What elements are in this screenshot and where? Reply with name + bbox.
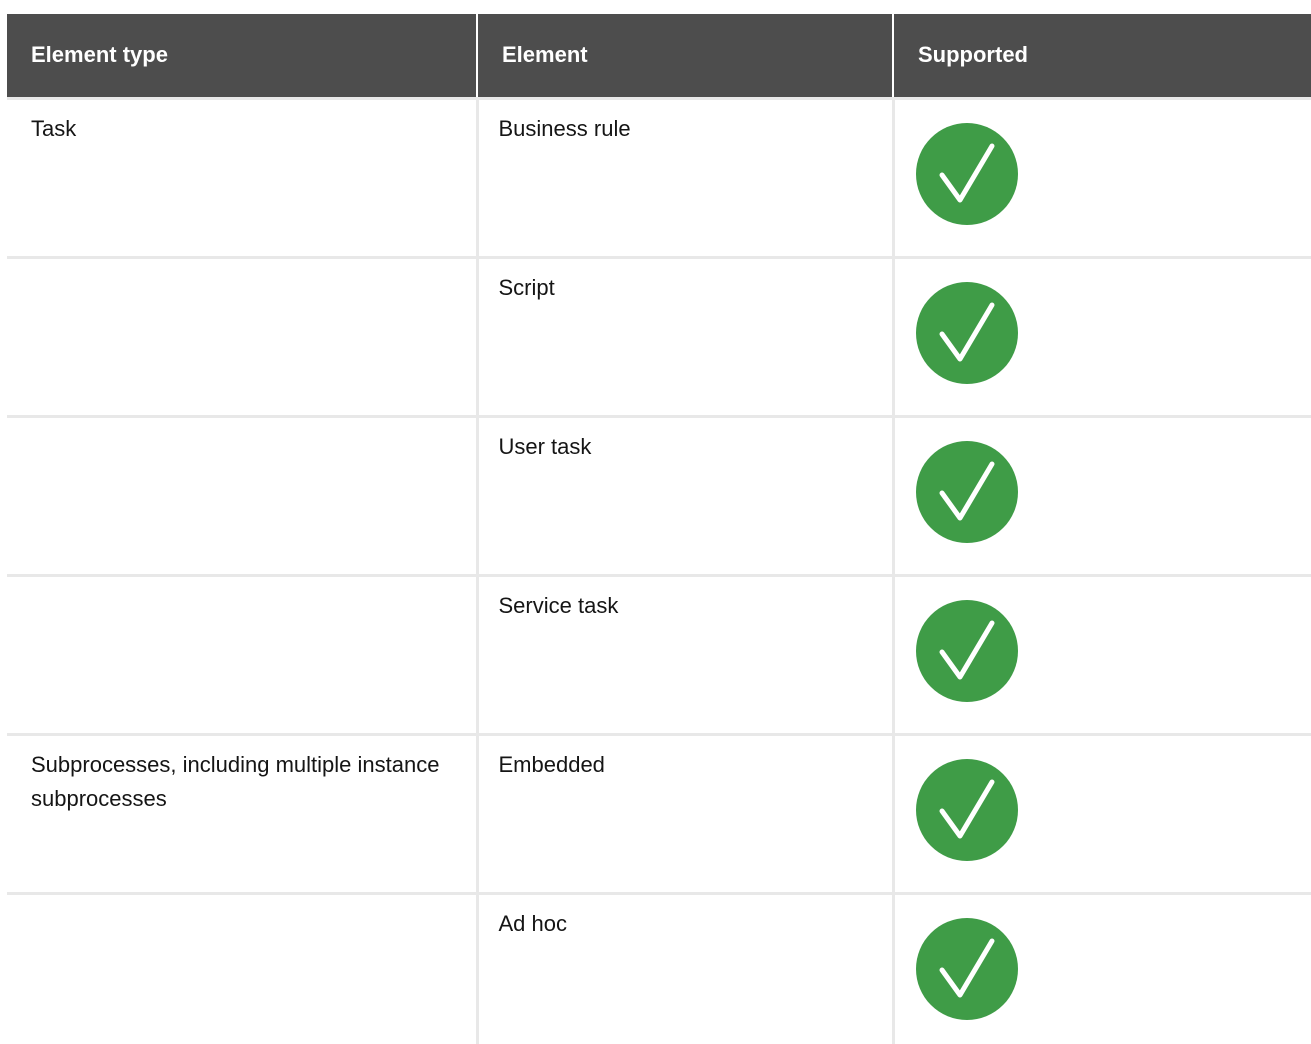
- cell-supported: [891, 414, 1311, 575]
- element-text: Business rule: [498, 115, 631, 141]
- cell-element: Business rule: [475, 96, 893, 257]
- cell-element: Ad hoc: [475, 891, 893, 1044]
- cell-supported: [891, 732, 1311, 893]
- table-row: Service task: [7, 573, 1311, 734]
- table-row: Script: [7, 255, 1311, 416]
- cell-element: Service task: [475, 573, 893, 734]
- cell-supported: [891, 96, 1311, 257]
- cell-supported: [891, 255, 1311, 416]
- bpmn-support-table: Element type Element Supported Task Busin…: [7, 14, 1311, 1044]
- header-element-type: Element type: [31, 42, 168, 68]
- table-row: Task Business rule: [7, 96, 1311, 257]
- support-table-container: Element type Element Supported Task Busin…: [7, 14, 1311, 1044]
- check-circle-icon: [915, 599, 1018, 702]
- cell-element-type: [7, 414, 477, 575]
- cell-supported: [891, 891, 1311, 1044]
- element-text: Ad hoc: [498, 910, 568, 936]
- table-row: Subprocesses, including multiple instanc…: [7, 732, 1311, 893]
- table-row: User task: [7, 414, 1311, 575]
- cell-element-type: [7, 255, 477, 416]
- element-text: User task: [498, 433, 592, 459]
- table-header-row: Element type Element Supported: [7, 14, 1311, 98]
- cell-supported: [891, 573, 1311, 734]
- check-circle-icon: [915, 758, 1018, 861]
- element-type-text: Task: [31, 115, 77, 141]
- element-text: Script: [498, 274, 555, 300]
- header-supported: Supported: [892, 14, 1311, 98]
- cell-element-type: [7, 573, 477, 734]
- cell-element: User task: [475, 414, 893, 575]
- cell-element-type: Subprocesses, including multiple instanc…: [7, 732, 477, 893]
- element-text: Service task: [498, 592, 619, 618]
- check-circle-icon: [915, 281, 1018, 384]
- check-circle-icon: [915, 440, 1018, 543]
- cell-element: Script: [475, 255, 893, 416]
- cell-element-type: Task: [7, 96, 477, 257]
- cell-element: Embedded: [475, 732, 893, 893]
- element-type-text: Subprocesses, including multiple instanc…: [31, 751, 440, 811]
- check-circle-icon: [915, 917, 1018, 1020]
- table-row: Ad hoc: [7, 891, 1311, 1044]
- check-circle-icon: [915, 122, 1018, 225]
- cell-element-type: [7, 891, 477, 1044]
- header-element: Element: [476, 14, 893, 98]
- element-text: Embedded: [498, 751, 605, 777]
